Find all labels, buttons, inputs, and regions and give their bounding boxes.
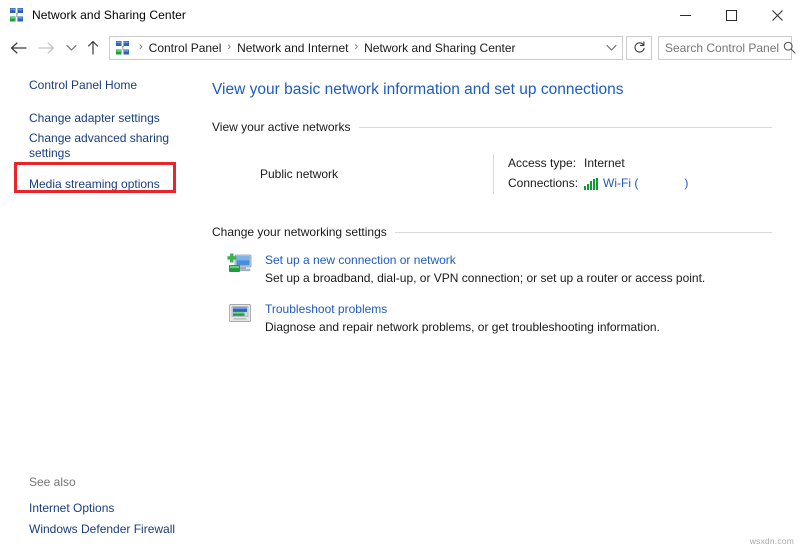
watermark: wsxdn.com [750, 536, 794, 546]
title-bar: Network and Sharing Center [0, 0, 800, 30]
breadcrumb: › Control Panel › Network and Internet ›… [135, 41, 600, 55]
search-input[interactable]: Search Control Panel [665, 41, 779, 55]
wifi-signal-icon [584, 178, 599, 190]
troubleshoot-icon [227, 301, 253, 327]
breadcrumb-item-control-panel[interactable]: Control Panel [147, 41, 224, 55]
access-type-row: Access type: Internet [508, 154, 772, 173]
navigation-bar: › Control Panel › Network and Internet ›… [0, 30, 800, 65]
breadcrumb-separator: › [135, 42, 147, 53]
address-bar[interactable]: › Control Panel › Network and Internet ›… [109, 36, 623, 60]
active-network-entry: Public network Access type: Internet Con… [212, 140, 772, 204]
sidebar-item-change-advanced-sharing-settings[interactable]: Change advanced sharing settings [0, 129, 205, 164]
network-sharing-center-window: Network and Sharing Center [0, 0, 800, 549]
networking-settings-section: Change your networking settings [212, 225, 772, 337]
active-networks-section-header: View your active networks [212, 120, 772, 134]
access-type-value: Internet [584, 154, 625, 173]
see-also-title: See also [0, 475, 205, 489]
connections-wifi-link[interactable]: Wi-Fi ( [603, 174, 638, 193]
connections-wifi-link-suffix[interactable]: ) [684, 174, 688, 193]
sidebar-item-windows-defender-firewall[interactable]: Windows Defender Firewall [0, 519, 205, 540]
window-controls [662, 0, 800, 30]
networking-settings-section-header: Change your networking settings [212, 225, 772, 239]
breadcrumb-item-network-and-sharing-center[interactable]: Network and Sharing Center [362, 41, 517, 55]
task-set-up-new-connection[interactable]: Set up a new connection or network Set u… [212, 251, 772, 288]
task-body: Troubleshoot problems Diagnose and repai… [265, 300, 660, 337]
sidebar-item-change-adapter-settings[interactable]: Change adapter settings [0, 108, 205, 129]
breadcrumb-item-network-and-internet[interactable]: Network and Internet [235, 41, 350, 55]
minimize-button[interactable] [662, 0, 708, 30]
sidebar: Control Panel Home Change adapter settin… [0, 65, 205, 549]
maximize-button[interactable] [708, 0, 754, 30]
search-icon[interactable] [779, 41, 799, 54]
window-body: Control Panel Home Change adapter settin… [0, 65, 800, 549]
up-arrow-icon[interactable] [82, 33, 104, 63]
sidebar-item-media-streaming-options[interactable]: Media streaming options [0, 174, 205, 195]
active-networks-label: View your active networks [212, 120, 359, 134]
new-connection-icon [227, 252, 253, 278]
main-content: View your basic network information and … [205, 65, 800, 549]
recent-locations-chevron-icon[interactable] [60, 33, 82, 63]
close-button[interactable] [754, 0, 800, 30]
access-type-key: Access type: [508, 154, 584, 173]
set-up-new-connection-description: Set up a broadband, dial-up, or VPN conn… [265, 271, 705, 285]
page-title: View your basic network information and … [212, 80, 772, 100]
active-network-details: Access type: Internet Connections: Wi-Fi [494, 154, 772, 194]
sidebar-item-internet-options[interactable]: Internet Options [0, 498, 205, 519]
section-divider [359, 127, 772, 128]
active-network-name-area: Public network [212, 154, 493, 194]
network-type-label: Public network [260, 167, 338, 181]
network-sharing-icon [9, 7, 25, 23]
networking-settings-label: Change your networking settings [212, 225, 395, 239]
window-title: Network and Sharing Center [32, 8, 186, 22]
chevron-down-icon[interactable] [600, 37, 622, 59]
task-troubleshoot-problems[interactable]: Troubleshoot problems Diagnose and repai… [212, 300, 772, 337]
search-box[interactable]: Search Control Panel [658, 36, 792, 60]
refresh-icon[interactable] [626, 36, 652, 60]
breadcrumb-separator: › [223, 42, 235, 53]
troubleshoot-problems-link[interactable]: Troubleshoot problems [265, 301, 660, 318]
troubleshoot-problems-description: Diagnose and repair network problems, or… [265, 320, 660, 334]
breadcrumb-separator: › [350, 42, 362, 53]
sidebar-item-control-panel-home[interactable]: Control Panel Home [0, 75, 205, 96]
task-body: Set up a new connection or network Set u… [265, 251, 705, 288]
control-panel-network-icon [115, 40, 131, 56]
section-divider [395, 232, 772, 233]
forward-arrow-icon [32, 33, 60, 63]
set-up-new-connection-link[interactable]: Set up a new connection or network [265, 252, 705, 269]
connections-key: Connections: [508, 174, 584, 193]
see-also-section: See also Internet Options Windows Defend… [0, 475, 205, 540]
connections-row: Connections: Wi-Fi ( ) [508, 174, 772, 193]
back-arrow-icon[interactable] [4, 33, 32, 63]
